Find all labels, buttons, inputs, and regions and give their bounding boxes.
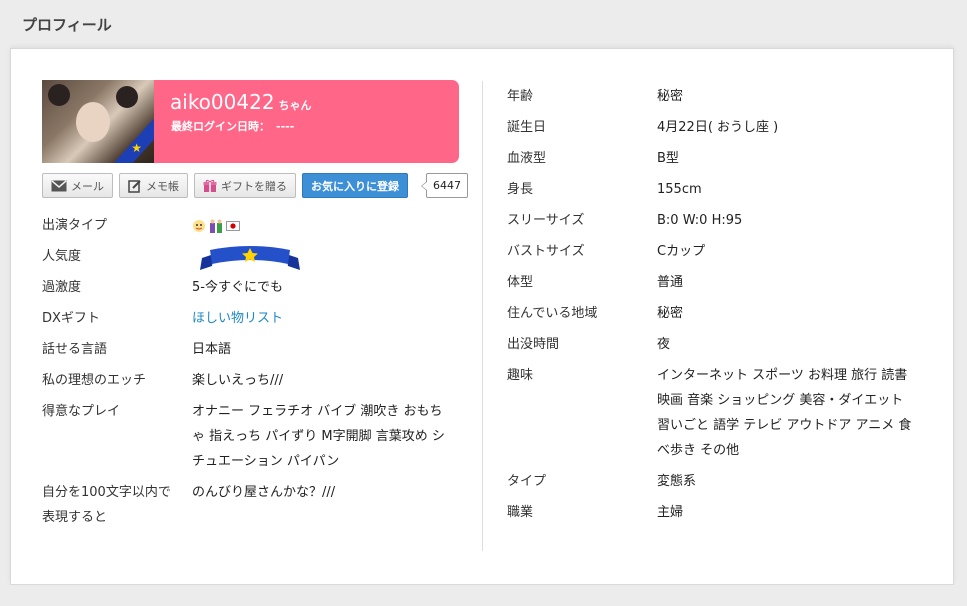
last-login-label: 最終ログイン日時： <box>171 120 270 133</box>
detail-label: タイプ <box>507 474 547 489</box>
gift-icon <box>203 179 217 192</box>
detail-label: 私の理想のエッチ <box>42 373 147 388</box>
profile-name-line: aiko00422 ちゃん <box>170 90 312 114</box>
detail-label: 出没時間 <box>507 337 560 352</box>
favorite-count: 6447 <box>421 173 468 198</box>
detail-label: 出演タイプ <box>42 218 108 233</box>
cat-ear-right <box>116 86 138 108</box>
memo-button[interactable]: メモ帳 <box>119 173 188 198</box>
detail-value: 変態系 <box>657 474 697 489</box>
wishlist-link[interactable]: ほしい物リスト <box>192 306 452 331</box>
couple-icon <box>210 219 222 233</box>
detail-label: 趣味 <box>507 368 534 383</box>
detail-value: インターネット スポーツ お料理 旅行 読書 映画 音楽 ショッピング 美容・ダ… <box>657 368 912 458</box>
detail-row: 出没時間 夜 <box>507 332 917 357</box>
left-details: 出演タイプ 人気度 過激度 5-今すぐにでも DXギフト ほしい物リスト 話せる… <box>42 213 460 530</box>
popularity-ribbon-icon <box>200 246 300 270</box>
detail-value: 主婦 <box>657 505 684 520</box>
detail-label: 人気度 <box>42 249 82 264</box>
detail-value: 普通 <box>657 275 684 290</box>
last-login-value: ---- <box>276 120 295 133</box>
detail-value: 秘密 <box>657 306 684 321</box>
detail-row: 出演タイプ <box>42 213 460 244</box>
detail-label: 住んでいる地域 <box>507 306 598 321</box>
detail-value: 5-今すぐにでも <box>192 280 283 295</box>
detail-value: 日本語 <box>192 342 232 357</box>
detail-row: 誕生日 4月22日( おうし座 ) <box>507 115 917 140</box>
detail-value: 夜 <box>657 337 671 352</box>
detail-value: B:0 W:0 H:95 <box>657 213 743 228</box>
last-login: 最終ログイン日時： ---- <box>171 118 294 134</box>
profile-name: aiko00422 <box>170 90 275 114</box>
detail-row: 年齢 秘密 <box>507 84 917 109</box>
detail-value: のんびり屋さんかな？/// <box>192 485 336 500</box>
detail-value: Cカップ <box>657 244 706 259</box>
detail-row: 話せる言語 日本語 <box>42 337 460 362</box>
detail-value: 4月22日( おうし座 ) <box>657 120 779 135</box>
detail-row: DXギフト ほしい物リスト <box>42 306 460 331</box>
detail-label: 体型 <box>507 275 534 290</box>
detail-label: DXギフト <box>42 311 100 326</box>
action-bar: メール メモ帳 ギフトを贈る お気に入りに登録 6447 <box>42 173 468 198</box>
detail-row: 自分を100文字以内で表現すると のんびり屋さんかな？/// <box>42 480 460 530</box>
detail-row: 血液型 B型 <box>507 146 917 171</box>
detail-row: 住んでいる地域 秘密 <box>507 301 917 326</box>
detail-row: 趣味 インターネット スポーツ お料理 旅行 読書 映画 音楽 ショッピング 美… <box>507 363 917 463</box>
detail-label: 誕生日 <box>507 120 547 135</box>
detail-label: 年齢 <box>507 89 534 104</box>
profile-card: ★ aiko00422 ちゃん 最終ログイン日時： ---- メール メモ帳 ギフト… <box>10 48 954 585</box>
gift-button-label: ギフトを贈る <box>221 179 287 193</box>
avatar-face <box>76 102 110 142</box>
detail-label: 血液型 <box>507 151 547 166</box>
name-banner: aiko00422 ちゃん 最終ログイン日時： ---- <box>154 80 459 163</box>
right-details: 年齢 秘密 誕生日 4月22日( おうし座 ) 血液型 B型 身長 155cm … <box>507 84 917 525</box>
avatar[interactable]: ★ <box>42 80 154 163</box>
rank-ribbon <box>106 119 154 163</box>
detail-value: オナニー フェラチオ バイブ 潮吹き おもちゃ 指えっち パイずり M字開脚 言… <box>192 404 445 469</box>
detail-value: 155cm <box>657 182 702 197</box>
section-title: プロフィール <box>22 16 112 34</box>
detail-label: 自分を100文字以内で表現すると <box>42 485 171 525</box>
detail-row: 職業 主婦 <box>507 500 917 525</box>
detail-row: 過激度 5-今すぐにでも <box>42 275 460 300</box>
detail-label: 職業 <box>507 505 534 520</box>
column-divider <box>482 81 483 551</box>
mail-button[interactable]: メール <box>42 173 113 198</box>
memo-icon <box>128 179 141 193</box>
detail-row: バストサイズ Cカップ <box>507 239 917 264</box>
mail-icon <box>51 179 67 191</box>
detail-value: B型 <box>657 151 679 166</box>
star-icon: ★ <box>131 141 142 155</box>
cat-ear-left <box>48 84 70 106</box>
detail-label: 身長 <box>507 182 534 197</box>
detail-row: タイプ 変態系 <box>507 469 917 494</box>
add-favorite-button[interactable]: お気に入りに登録 <box>302 173 408 198</box>
detail-value: 楽しいえっち/// <box>192 373 284 388</box>
performance-type-icons <box>192 213 452 238</box>
detail-value: 秘密 <box>657 89 684 104</box>
face-icon <box>193 219 205 232</box>
name-suffix: ちゃん <box>278 99 312 112</box>
detail-label: 話せる言語 <box>42 342 108 357</box>
detail-label: バストサイズ <box>507 244 585 259</box>
detail-row: 人気度 <box>42 244 460 275</box>
detail-label: 得意なプレイ <box>42 404 121 419</box>
mail-button-label: メール <box>71 179 104 193</box>
detail-row: 私の理想のエッチ 楽しいえっち/// <box>42 368 460 393</box>
detail-label: 過激度 <box>42 280 82 295</box>
gift-button[interactable]: ギフトを贈る <box>194 173 296 198</box>
detail-row: スリーサイズ B:0 W:0 H:95 <box>507 208 917 233</box>
detail-label: スリーサイズ <box>507 213 585 228</box>
detail-row: 身長 155cm <box>507 177 917 202</box>
detail-row: 体型 普通 <box>507 270 917 295</box>
detail-row: 得意なプレイ オナニー フェラチオ バイブ 潮吹き おもちゃ 指えっち パイずり… <box>42 399 460 474</box>
memo-button-label: メモ帳 <box>146 179 179 193</box>
japan-flag-icon <box>226 220 240 231</box>
